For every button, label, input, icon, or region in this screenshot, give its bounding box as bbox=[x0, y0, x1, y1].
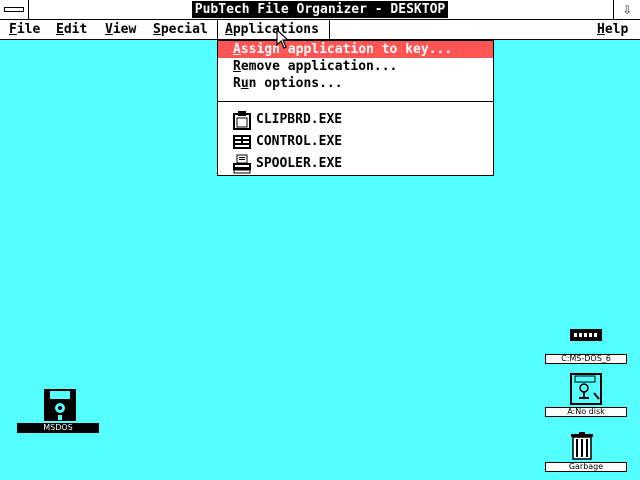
assign-application-mnemonic: A bbox=[233, 42, 241, 57]
mouse-cursor-icon bbox=[276, 29, 290, 49]
app-item-control[interactable]: CONTROL.EXE bbox=[232, 132, 492, 152]
clipboard-icon bbox=[233, 111, 251, 130]
desktop-icon-label: MSDOS bbox=[17, 423, 99, 433]
app-name-clipbrd: CLIPBRD.EXE bbox=[256, 112, 343, 127]
menu-edit-label: dit bbox=[63, 22, 88, 37]
desktop-icon-floppy-drive[interactable]: A:No disk bbox=[545, 372, 627, 420]
menu-file[interactable]: File bbox=[6, 20, 43, 39]
menu-edit[interactable]: Edit bbox=[53, 20, 90, 39]
menu-special-label: pecial bbox=[160, 22, 208, 37]
remove-application-mnemonic: R bbox=[233, 59, 241, 74]
menu-special[interactable]: Special bbox=[150, 20, 211, 39]
desktop-icon-msdos[interactable]: MSDOS bbox=[17, 388, 99, 434]
assign-application-item[interactable]: Assign application to key... bbox=[218, 41, 493, 58]
window-title: PubTech File Organizer - DESKTOP bbox=[192, 1, 448, 18]
hard-drive-icon bbox=[570, 329, 602, 341]
desktop-icon-label: A:No disk bbox=[545, 407, 627, 417]
app-name-spooler: SPOOLER.EXE bbox=[256, 156, 343, 171]
system-menu-icon bbox=[4, 7, 24, 12]
menu-special-mnemonic: S bbox=[153, 22, 161, 37]
app-item-clipbrd[interactable]: CLIPBRD.EXE bbox=[232, 110, 492, 130]
printer-icon bbox=[233, 154, 251, 174]
menu-edit-mnemonic: E bbox=[56, 22, 64, 37]
menu-file-mnemonic: F bbox=[9, 22, 17, 37]
menu-help-label: elp bbox=[604, 22, 629, 37]
menu-view[interactable]: View bbox=[102, 20, 139, 39]
desktop-icon-label: C:MS-DOS_6 bbox=[545, 354, 627, 364]
floppy-disk-icon bbox=[44, 389, 76, 421]
menu-view-mnemonic: V bbox=[105, 22, 113, 37]
menu-help-mnemonic: H bbox=[597, 22, 605, 37]
minimize-button[interactable]: ⇩ bbox=[613, 0, 640, 19]
floppy-drive-icon bbox=[570, 373, 602, 405]
remove-application-item[interactable]: Remove application... bbox=[218, 58, 493, 75]
menu-help[interactable]: Help bbox=[594, 20, 631, 39]
remove-application-label: emove application... bbox=[240, 59, 398, 74]
menu-applications-mnemonic: A bbox=[225, 22, 233, 37]
applications-dropdown: Assign application to key... Remove appl… bbox=[217, 40, 494, 176]
run-options-mnemonic: u bbox=[240, 76, 249, 91]
run-options-prefix: R bbox=[233, 76, 241, 91]
title-bar: PubTech File Organizer - DESKTOP ⇩ bbox=[0, 0, 640, 20]
trash-can-icon bbox=[571, 432, 593, 460]
app-item-spooler[interactable]: SPOOLER.EXE bbox=[232, 154, 492, 174]
desktop-icon-hard-drive[interactable]: C:MS-DOS_6 bbox=[545, 326, 627, 366]
system-menu-button[interactable] bbox=[0, 0, 29, 19]
dropdown-separator bbox=[218, 101, 493, 102]
menu-applications[interactable]: Applications bbox=[217, 20, 330, 39]
desktop-icon-label: Garbage bbox=[545, 462, 627, 472]
menu-file-label: ile bbox=[16, 22, 41, 37]
menu-view-label: iew bbox=[112, 22, 137, 37]
assign-application-label: ssign application to key... bbox=[240, 42, 453, 57]
run-options-item[interactable]: Run options... bbox=[218, 75, 493, 92]
control-panel-icon bbox=[233, 135, 251, 149]
run-options-label: n options... bbox=[248, 76, 343, 91]
desktop-icon-garbage[interactable]: Garbage bbox=[545, 430, 627, 474]
app-name-control: CONTROL.EXE bbox=[256, 134, 343, 149]
menu-bar: File Edit View Special Applications Help bbox=[0, 20, 640, 40]
